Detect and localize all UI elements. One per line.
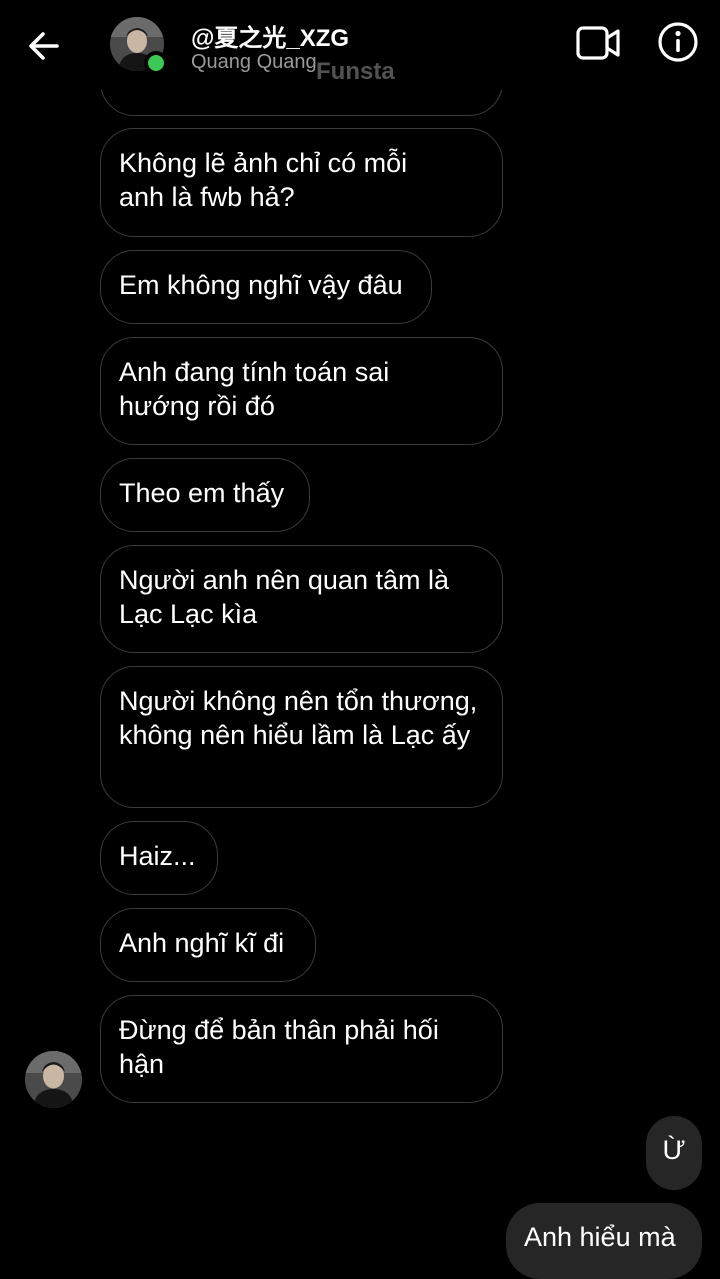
- arrow-left-icon: [29, 32, 59, 60]
- message-bubble-incoming[interactable]: Theo em thấy: [100, 458, 310, 532]
- message-bubble-incoming[interactable]: Em không nghĩ vậy đâu: [100, 250, 432, 324]
- video-camera-icon: [576, 26, 620, 60]
- message-text: Anh đang tính toán sai hướng rồi đó: [119, 357, 390, 421]
- message-bubble-incoming[interactable]: Anh nghĩ kĩ đi: [100, 908, 316, 982]
- message-text: Người anh nên quan tâm là Lạc Lạc kìa: [119, 565, 449, 629]
- message-bubble-incoming[interactable]: Không lẽ ảnh chỉ có mỗi anh là fwb hả?: [100, 128, 503, 237]
- message-bubble-incoming[interactable]: Đừng để bản thân phải hối hận: [100, 995, 503, 1103]
- contact-avatar[interactable]: [110, 17, 168, 75]
- message-text: Theo em thấy: [119, 478, 285, 508]
- message-text: Đừng để bản thân phải hối hận: [119, 1015, 439, 1079]
- info-icon: [658, 22, 698, 62]
- info-button[interactable]: [654, 18, 702, 66]
- message-text: Anh nghĩ kĩ đi: [119, 928, 285, 958]
- contact-username[interactable]: @夏之光_XZG: [191, 18, 349, 53]
- video-call-button[interactable]: [574, 20, 622, 66]
- message-text: Em không nghĩ vậy đâu: [119, 270, 403, 300]
- message-text: Ừ: [662, 1135, 686, 1165]
- watermark: Funsta: [316, 58, 395, 85]
- message-bubble-incoming[interactable]: Người không nên tổn thương, không nên hi…: [100, 666, 503, 808]
- message-bubble-outgoing[interactable]: Anh hiểu mà: [506, 1203, 702, 1279]
- message-bubble-incoming[interactable]: Haiz...: [100, 821, 218, 895]
- message-text: Anh hiểu mà: [524, 1222, 676, 1252]
- message-bubble-incoming[interactable]: Người anh nên quan tâm là Lạc Lạc kìa: [100, 545, 503, 653]
- sender-avatar[interactable]: [25, 1051, 82, 1108]
- message-text: Người không nên tổn thương, không nên hi…: [119, 686, 478, 750]
- chat-header: @夏之光_XZG Quang Quang Funsta: [0, 0, 720, 90]
- message-text: Không lẽ ảnh chỉ có mỗi anh là fwb hả?: [119, 148, 408, 212]
- message-bubble-outgoing[interactable]: Ừ: [646, 1116, 702, 1190]
- contact-display-name: Quang Quang: [191, 51, 317, 73]
- back-button[interactable]: [20, 22, 68, 70]
- online-status-dot: [144, 51, 168, 75]
- message-text: Haiz...: [119, 841, 196, 871]
- message-bubble-incoming[interactable]: Anh đang tính toán sai hướng rồi đó: [100, 337, 503, 445]
